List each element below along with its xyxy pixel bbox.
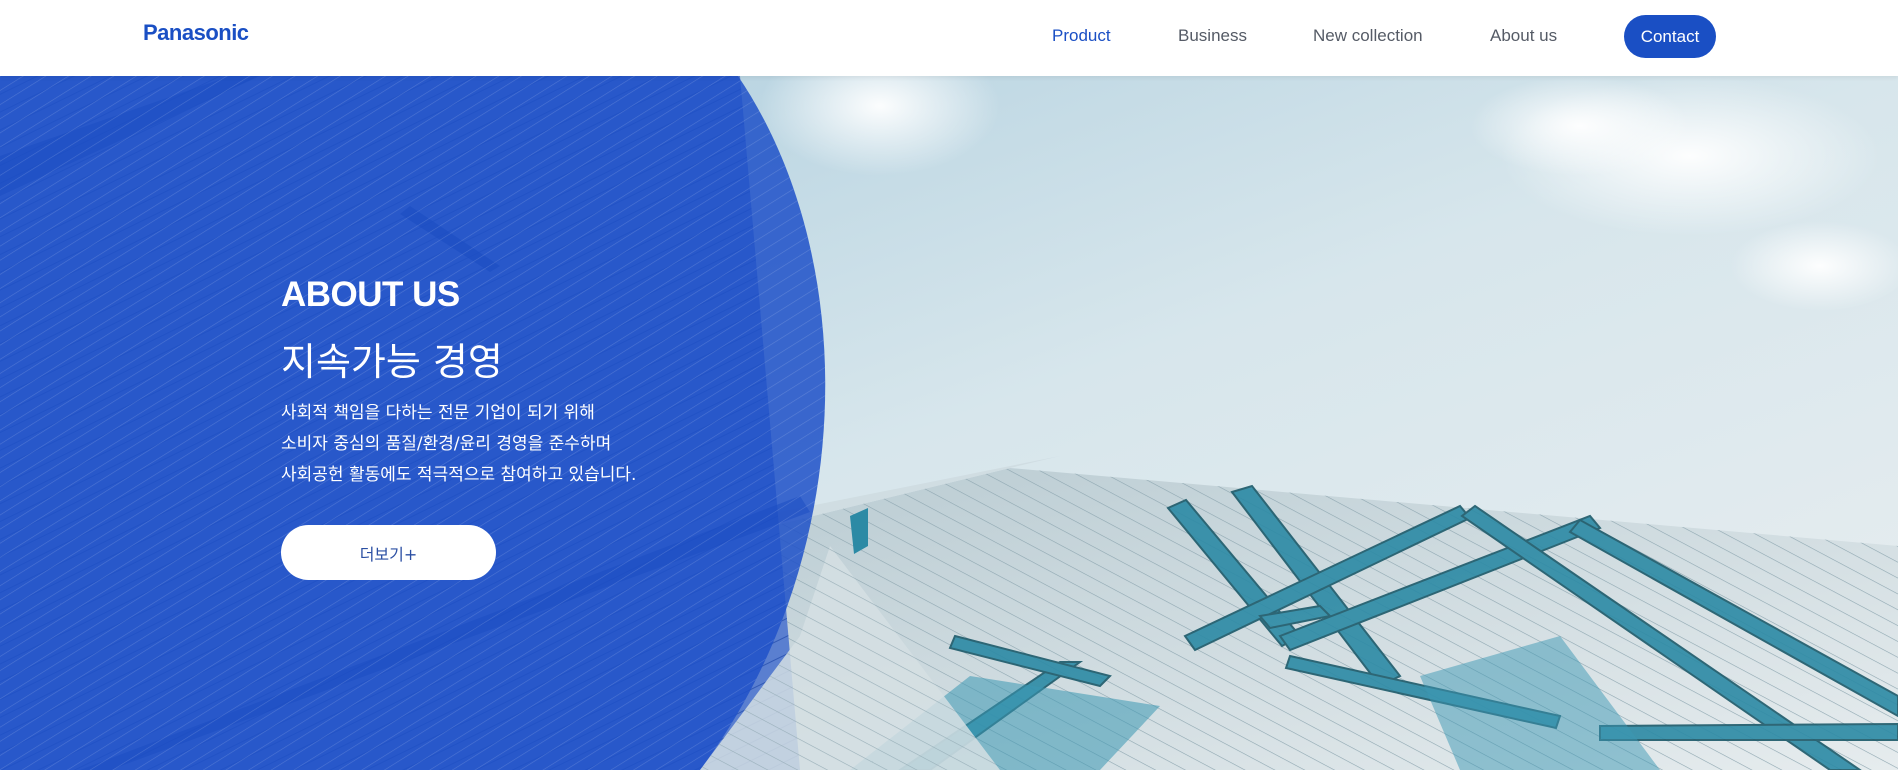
site-header: Panasonic Product Business New collectio… [0, 0, 1898, 76]
hero-description-line: 사회공헌 활동에도 적극적으로 참여하고 있습니다. [281, 465, 637, 485]
hero-description-line: 사회적 책임을 다하는 전문 기업이 되기 위해 [281, 403, 595, 423]
nav-business[interactable]: Business [1178, 26, 1247, 46]
hero-description: 사회적 책임을 다하는 전문 기업이 되기 위해 소비자 중심의 품질/환경/윤… [281, 398, 701, 491]
hero-subtitle: 지속가능 경영 [281, 340, 503, 384]
nav-product[interactable]: Product [1052, 26, 1111, 46]
contact-button[interactable]: Contact [1624, 15, 1716, 58]
nav-about-us[interactable]: About us [1490, 26, 1557, 46]
main-nav: Product Business New collection About us [0, 0, 1898, 76]
hero-section: ABOUT US 지속가능 경영 사회적 책임을 다하는 전문 기업이 되기 위… [0, 76, 1898, 770]
hero-description-line: 소비자 중심의 품질/환경/윤리 경영을 준수하며 [281, 434, 612, 454]
nav-new-collection[interactable]: New collection [1313, 26, 1423, 46]
hero-title: ABOUT US [281, 275, 460, 314]
more-button[interactable]: 더보기+ [281, 525, 496, 580]
